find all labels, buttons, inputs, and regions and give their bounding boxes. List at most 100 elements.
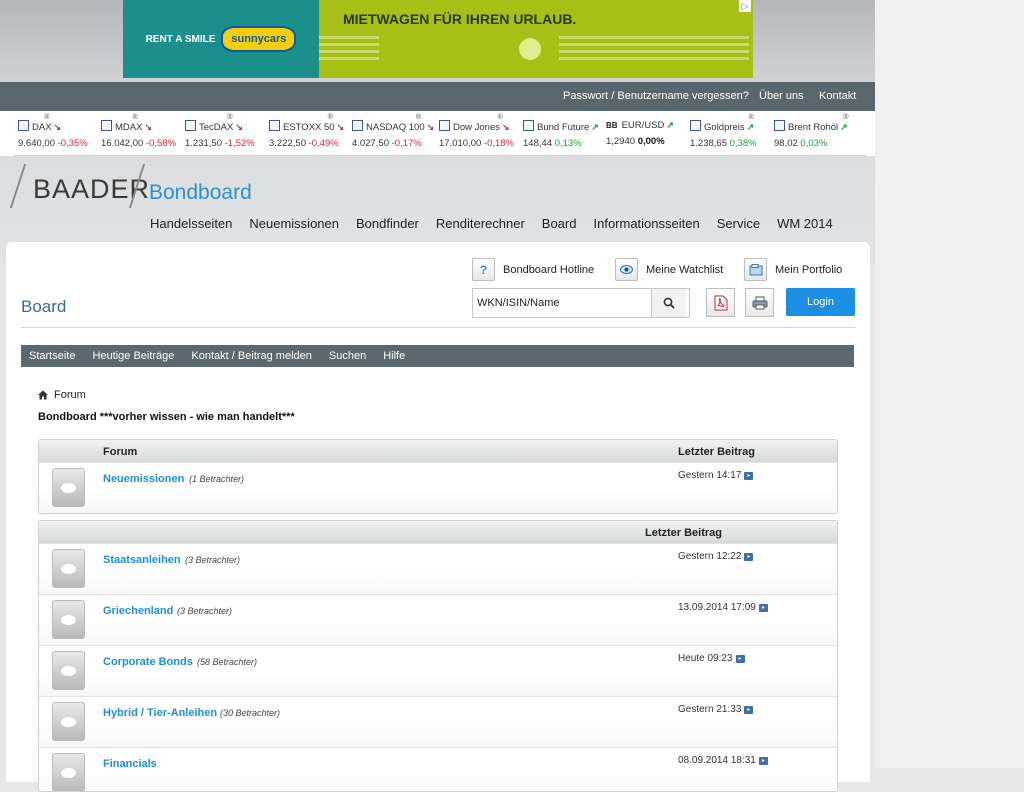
ticker-item[interactable]: ESTOXX 50 ® ↘ 3.222,50 -0,49% bbox=[269, 114, 344, 149]
forum-viewers: (30 Betrachter) bbox=[220, 708, 281, 718]
ticker-item[interactable]: DAX ® ↘ 9.640,00 -0,35% bbox=[18, 114, 88, 149]
ticker-item[interactable]: MDAX ® ↘ 16.042,00 -0,58% bbox=[101, 114, 176, 149]
ticker-item[interactable]: Dow Jones ® ↘ 17.010,00 -0,18% bbox=[439, 114, 514, 149]
nav-board[interactable]: Board bbox=[542, 216, 577, 231]
nav-handelsseiten[interactable]: Handelsseiten bbox=[150, 216, 232, 231]
last-post: Gestern 12:22 ▸ bbox=[678, 551, 754, 562]
ticker-quote: 3.222,50 -0,49% bbox=[269, 138, 344, 149]
advertisement-banner[interactable]: RENT A SMILE sunnycars MIETWAGEN FÜR IHR… bbox=[123, 0, 753, 78]
ticker-name: Dow Jones bbox=[453, 122, 500, 133]
go-to-last-post-icon[interactable]: ▸ bbox=[735, 654, 745, 663]
ticker-item[interactable]: BB EUR/USD ↗ 1,2940 0,00% bbox=[606, 120, 674, 147]
go-to-last-post-icon[interactable]: ▸ bbox=[758, 603, 768, 612]
ticker-value: 148,44 bbox=[523, 138, 553, 149]
subnav-heutige-beitraege[interactable]: Heutige Beiträge bbox=[92, 350, 174, 362]
ticker-item[interactable]: NASDAQ 100 ® ↘ 4.027,50 -0,17% bbox=[352, 114, 434, 149]
thread-title: Bondboard ***vorher wissen - wie man han… bbox=[38, 411, 295, 423]
registered-mark: ® bbox=[497, 114, 503, 121]
watchlist-tool[interactable]: Meine Watchlist bbox=[615, 258, 723, 281]
main-navigation: Handelsseiten Neuemissionen Bondfinder R… bbox=[150, 216, 850, 231]
breadcrumb-forum[interactable]: Forum bbox=[54, 389, 86, 401]
login-button[interactable]: Login bbox=[786, 288, 855, 316]
ticker-change: -0,18% bbox=[483, 138, 515, 149]
about-us-link[interactable]: Über uns bbox=[759, 90, 804, 102]
forum-bubble-icon bbox=[52, 651, 85, 690]
forum-link[interactable]: Hybrid / Tier-Anleihen bbox=[103, 707, 217, 719]
pdf-icon bbox=[714, 295, 727, 310]
ad-choices-icon[interactable]: ▷ bbox=[739, 0, 751, 12]
pdf-button[interactable] bbox=[706, 288, 735, 317]
subnav-hilfe[interactable]: Hilfe bbox=[383, 350, 405, 362]
forgot-password-link[interactable]: Passwort / Benutzername vergessen? bbox=[563, 90, 749, 102]
subnav-startseite[interactable]: Startseite bbox=[29, 350, 75, 362]
registered-mark: ® bbox=[843, 114, 849, 121]
forum-bubble-icon bbox=[52, 468, 85, 507]
ticker-value: 17.010,00 bbox=[439, 138, 482, 149]
nav-informationsseiten[interactable]: Informationsseiten bbox=[593, 216, 699, 231]
top-utility-bar: Passwort / Benutzername vergessen? Über … bbox=[0, 82, 875, 111]
ticker-item[interactable]: Bund Future ↗ 148,44 0,13% bbox=[523, 120, 599, 149]
bondboard-logo[interactable]: Bondboard bbox=[149, 181, 252, 205]
banner-brand-area: RENT A SMILE sunnycars bbox=[123, 0, 319, 78]
ticker-value: 98,02 bbox=[774, 138, 798, 149]
print-button[interactable] bbox=[745, 288, 774, 317]
forum-row: Hybrid / Tier-Anleihen (30 Betrachter) Ges… bbox=[39, 696, 837, 747]
search-input[interactable] bbox=[473, 289, 651, 317]
search-box bbox=[472, 288, 690, 318]
forum-link[interactable]: Griechenland bbox=[103, 605, 173, 617]
ticker-quote: 9.640,00 -0,35% bbox=[18, 138, 88, 149]
ticker-item[interactable]: Brent Rohöl ® ↗ 98,02 0,03% bbox=[774, 114, 849, 149]
sunnycars-logo: sunnycars bbox=[221, 26, 297, 52]
last-post: Gestern 21:33 ▸ bbox=[678, 704, 754, 715]
nav-renditerechner[interactable]: Renditerechner bbox=[436, 216, 525, 231]
ticker-quote: 17.010,00 -0,18% bbox=[439, 138, 514, 149]
nav-wm-2014[interactable]: WM 2014 bbox=[777, 216, 833, 231]
arrow-up-icon: ↗ bbox=[666, 120, 674, 130]
divider bbox=[21, 327, 855, 328]
home-icon bbox=[38, 390, 48, 400]
ticker-value: 1.238,65 bbox=[690, 138, 727, 149]
nav-service[interactable]: Service bbox=[717, 216, 760, 231]
content-panel: ? Bondboard Hotline Meine Watchlist Mein… bbox=[6, 242, 870, 792]
go-to-last-post-icon[interactable]: ▸ bbox=[744, 705, 754, 714]
ticker-item[interactable]: Goldpreis ® ↗ 1.238,65 0,38% bbox=[690, 114, 757, 149]
ticker-chart-icon bbox=[18, 120, 29, 131]
forum-row: Griechenland (3 Betrachter) 13.09.2014 17:… bbox=[39, 594, 837, 645]
go-to-last-post-icon[interactable]: ▸ bbox=[758, 756, 768, 765]
search-button[interactable] bbox=[651, 289, 686, 317]
go-to-last-post-icon[interactable]: ▸ bbox=[744, 552, 754, 561]
subnav-suchen[interactable]: Suchen bbox=[329, 350, 366, 362]
ticker-quote: 16.042,00 -0,58% bbox=[101, 138, 176, 149]
ticker-quote: 1.231,50 -1,52% bbox=[185, 138, 255, 149]
forum-row: Staatsanleihen (3 Betrachter) Gestern 12:2… bbox=[39, 543, 837, 594]
breadcrumb: Forum bbox=[38, 389, 86, 401]
forum-link[interactable]: Staatsanleihen bbox=[103, 554, 181, 566]
ticker-quote: 1.238,65 0,38% bbox=[690, 138, 757, 149]
ticker-change: -1,52% bbox=[224, 138, 255, 149]
ticker-chart-icon bbox=[439, 120, 450, 131]
last-post: Heute 09:23 ▸ bbox=[678, 653, 745, 664]
ticker-item[interactable]: TecDAX ® ↘ 1.231,50 -1,52% bbox=[185, 114, 255, 149]
forum-link[interactable]: Neuemissionen bbox=[103, 473, 184, 485]
ticker-change: -0,58% bbox=[145, 138, 177, 149]
registered-mark: ® bbox=[227, 114, 233, 121]
portfolio-tool[interactable]: Mein Portfolio bbox=[744, 258, 842, 281]
hotline-tool[interactable]: ? Bondboard Hotline bbox=[472, 258, 594, 281]
forum-link[interactable]: Financials bbox=[103, 758, 157, 770]
contact-link[interactable]: Kontakt bbox=[819, 90, 856, 102]
hotline-label: Bondboard Hotline bbox=[503, 263, 595, 276]
last-post-time: 13.09.2014 17:09 bbox=[678, 602, 756, 613]
ticker-chart-icon bbox=[352, 120, 363, 131]
go-to-last-post-icon[interactable]: ▸ bbox=[744, 471, 754, 480]
subnav-kontakt[interactable]: Kontakt / Beitrag melden bbox=[191, 350, 311, 362]
watchlist-label: Meine Watchlist bbox=[646, 263, 724, 276]
ticker-value: 16.042,00 bbox=[101, 138, 144, 149]
ticker-name: ESTOXX 50 bbox=[283, 122, 335, 133]
ticker-quote: 148,44 0,13% bbox=[523, 138, 599, 149]
ticker-name: Brent Rohöl bbox=[788, 122, 839, 133]
nav-bondfinder[interactable]: Bondfinder bbox=[356, 216, 419, 231]
ticker-chart-icon bbox=[774, 120, 785, 131]
forum-bubble-icon bbox=[52, 753, 85, 791]
forum-link[interactable]: Corporate Bonds bbox=[103, 656, 193, 668]
nav-neuemissionen[interactable]: Neuemissionen bbox=[249, 216, 339, 231]
